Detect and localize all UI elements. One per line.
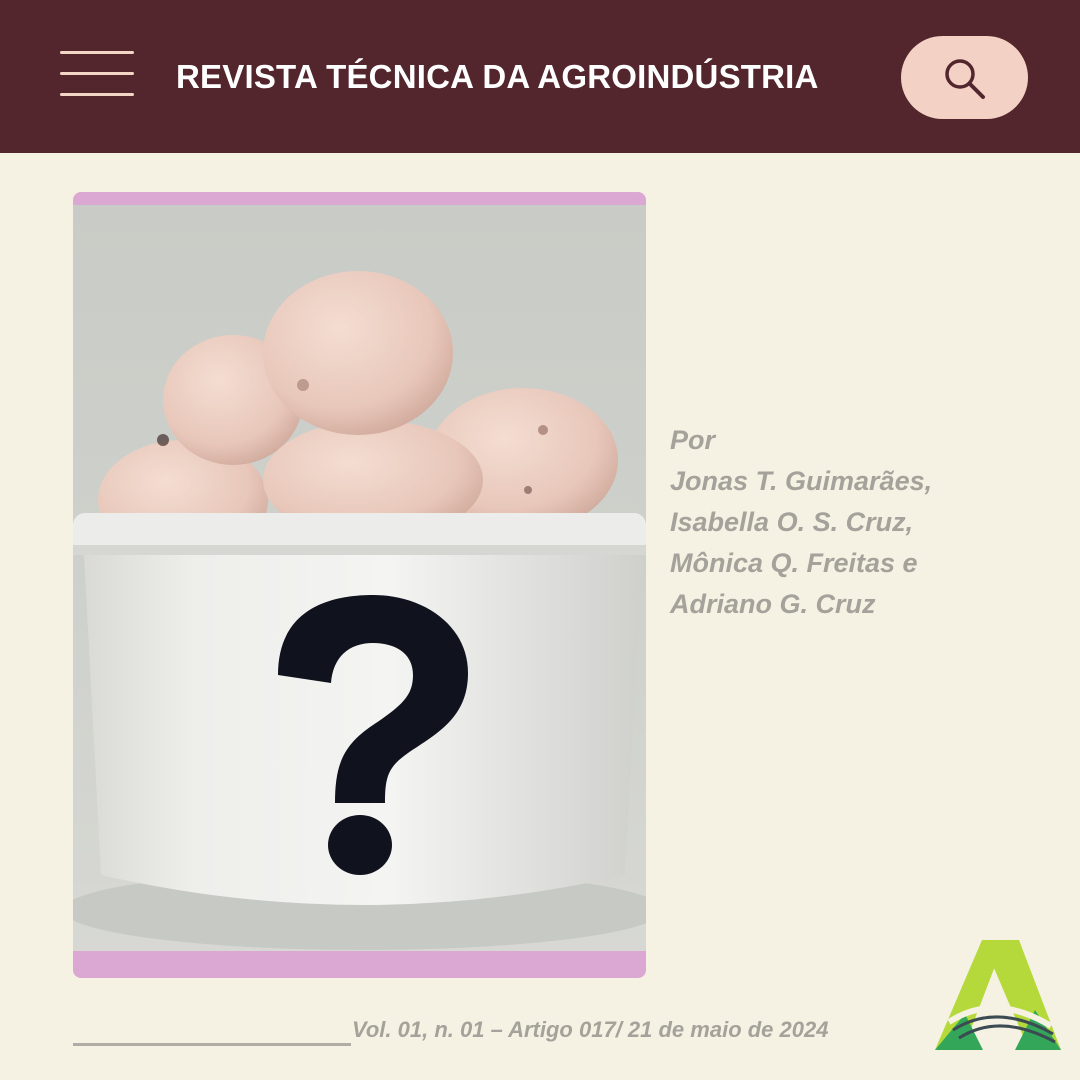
- search-button[interactable]: [901, 36, 1028, 119]
- agroindustria-logo-icon: [935, 940, 1061, 1050]
- author-name: Adriano G. Cruz: [670, 589, 876, 619]
- site-title: REVISTA TÉCNICA DA AGROINDÚSTRIA: [176, 58, 819, 95]
- menu-line: [60, 72, 134, 75]
- author-name: Jonas T. Guimarães,: [670, 466, 933, 496]
- menu-line: [60, 51, 134, 54]
- article-image-frame: [73, 192, 646, 978]
- author-name: Mônica Q. Freitas e: [670, 548, 918, 578]
- issue-info: Vol. 01, n. 01 – Artigo 017/ 21 de maio …: [352, 1017, 829, 1042]
- author-name: Isabella O. S. Cruz,: [670, 507, 914, 537]
- footer-divider: [73, 1043, 351, 1046]
- byline: Por Jonas T. Guimarães, Isabella O. S. C…: [670, 420, 1030, 625]
- top-bar: REVISTA TÉCNICA DA AGROINDÚSTRIA: [0, 0, 1080, 153]
- article-image: [73, 205, 646, 951]
- byline-prefix: Por: [670, 425, 716, 455]
- ice-cream-cup-illustration: [73, 271, 646, 950]
- menu-line: [60, 93, 134, 96]
- search-icon: [945, 59, 985, 99]
- hamburger-menu-icon[interactable]: [57, 48, 137, 100]
